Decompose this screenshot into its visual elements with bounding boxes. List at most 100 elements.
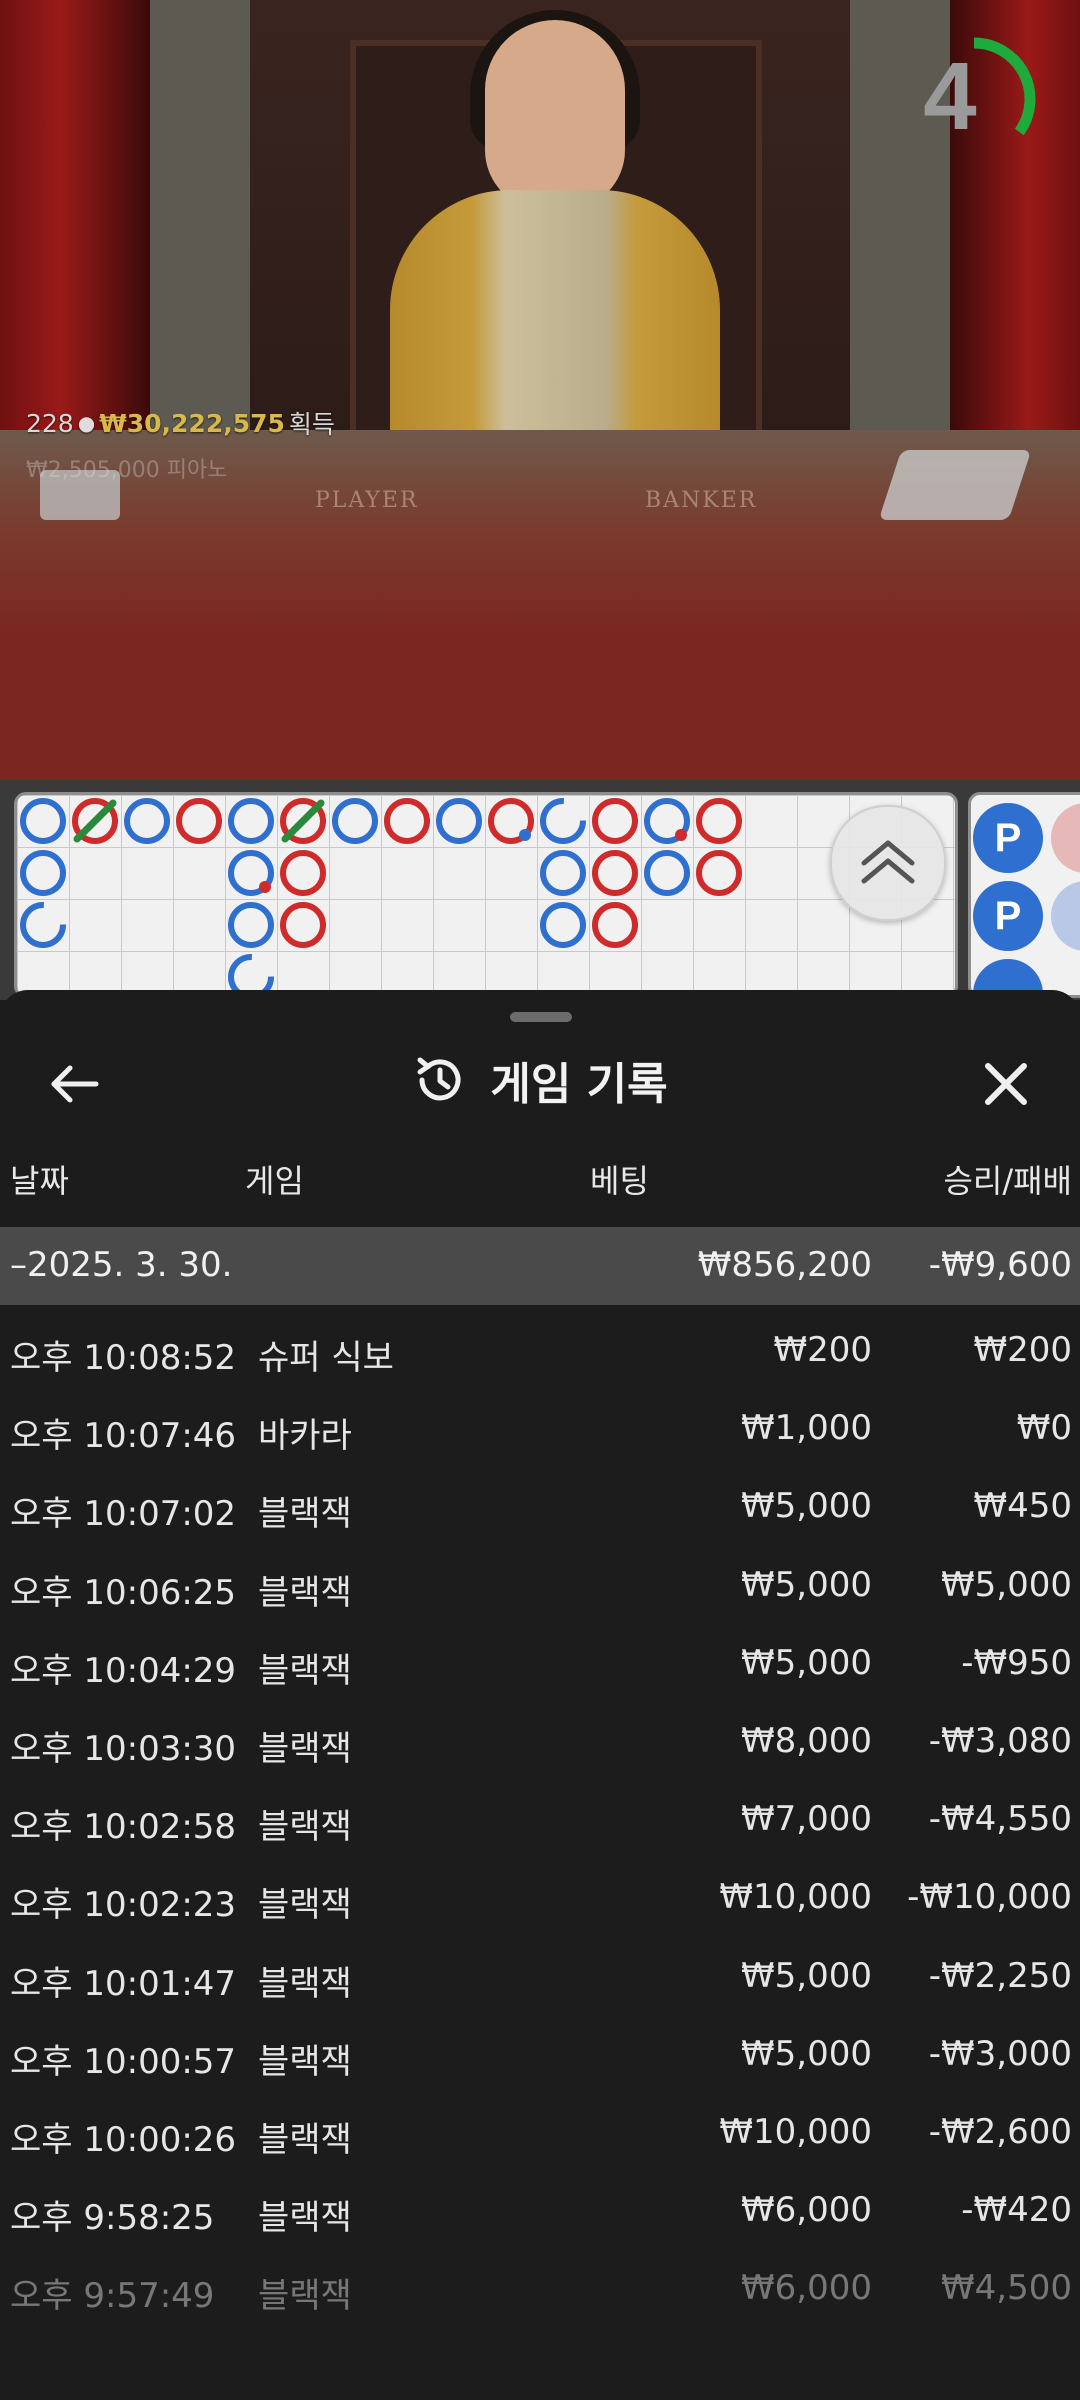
player-bead [20, 902, 66, 948]
history-row[interactable]: 오후 10:00:57 블랙잭 ₩5,000 -₩3,000 [0, 2014, 1080, 2092]
row-time: 오후 10:07:02 [10, 1494, 237, 1535]
row-game: 블랙잭 [258, 1807, 352, 1848]
player-bead [436, 798, 482, 844]
bead-road-grid[interactable] [14, 792, 958, 998]
banker-bead [592, 798, 638, 844]
card-shoe-right [878, 450, 1032, 520]
arrow-left-icon [51, 1065, 99, 1103]
player-bead [228, 902, 274, 948]
row-result: ₩4,500 [941, 2268, 1072, 2309]
history-row[interactable]: 오후 10:08:52 슈퍼 식보 ₩200 ₩200 [0, 1310, 1080, 1388]
row-result: ₩450 [973, 1486, 1072, 1527]
row-time: 오후 10:07:46 [10, 1416, 237, 1457]
date-group-row[interactable]: –2025. 3. 30. ₩856,200 -₩9,600 [0, 1227, 1080, 1305]
close-icon [985, 1063, 1027, 1105]
banker-bead [696, 798, 742, 844]
row-result: -₩4,550 [928, 1799, 1072, 1840]
player-badge: P [973, 881, 1043, 951]
row-game: 바카라 [258, 1416, 352, 1457]
row-bet: ₩6,000 [741, 2268, 872, 2309]
pair-dot [675, 829, 687, 841]
person-icon: ● [77, 411, 96, 435]
player-bead [644, 850, 690, 896]
history-row[interactable]: 오후 10:02:58 블랙잭 ₩7,000 -₩4,550 [0, 1779, 1080, 1857]
row-result: -₩3,000 [928, 2033, 1072, 2074]
history-row[interactable]: 오후 10:07:02 블랙잭 ₩5,000 ₩450 [0, 1466, 1080, 1544]
sheet-title: 게임 기록 [0, 1030, 1080, 1130]
row-game: 블랙잭 [258, 1494, 352, 1535]
date-group-total-bet: ₩856,200 [697, 1245, 872, 1285]
row-time: 오후 10:02:58 [10, 1807, 237, 1848]
history-row[interactable]: 오후 9:57:49 블랙잭 ₩6,000 ₩4,500 [0, 2248, 1080, 2326]
history-row[interactable]: 오후 10:02:23 블랙잭 ₩10,000 -₩10,000 [0, 1857, 1080, 1935]
player-bead [540, 850, 586, 896]
row-bet: ₩8,000 [741, 1720, 872, 1761]
pair-dot [259, 881, 271, 893]
col-result: 승리/패배 [943, 1162, 1072, 1200]
expand-up-button[interactable] [830, 805, 946, 921]
history-row[interactable]: 오후 10:04:29 블랙잭 ₩5,000 -₩950 [0, 1623, 1080, 1701]
row-game: 블랙잭 [258, 1728, 352, 1769]
double-chevron-up-icon [861, 840, 915, 884]
row-game: 블랙잭 [258, 1963, 352, 2004]
row-time: 오후 10:06:25 [10, 1572, 237, 1613]
history-clock-icon [417, 1057, 461, 1101]
date-group-total-result: -₩9,600 [928, 1245, 1072, 1285]
countdown-number: 4 [923, 43, 977, 150]
row-result: ₩5,000 [941, 1564, 1072, 1605]
row-result: -₩2,600 [928, 2111, 1072, 2152]
banker-bead [384, 798, 430, 844]
history-row[interactable]: 오후 9:58:25 블랙잭 ₩6,000 -₩420 [0, 2170, 1080, 2248]
row-time: 오후 10:01:47 [10, 1963, 237, 2004]
row-bet: ₩5,000 [741, 2033, 872, 2074]
side-road-panel[interactable]: P P [968, 792, 1080, 998]
player-bead [20, 798, 66, 844]
faded-ticker-text: ₩2,505,000 피아노 [26, 458, 228, 483]
player-bead [20, 850, 66, 896]
row-game: 블랙잭 [258, 1572, 352, 1613]
sheet-header: 게임 기록 [0, 1030, 1080, 1130]
history-row[interactable]: 오후 10:00:26 블랙잭 ₩10,000 -₩2,600 [0, 2092, 1080, 2170]
row-bet: ₩7,000 [741, 1799, 872, 1840]
player-bead [124, 798, 170, 844]
game-history-sheet: 게임 기록 날짜 게임 베팅 승리/패배 –2025. 3. 30. ₩856,… [0, 990, 1080, 2400]
column-headers: 날짜 게임 베팅 승리/패배 [0, 1150, 1080, 1206]
back-button[interactable] [44, 1054, 104, 1114]
live-video-stream[interactable]: PLAYER BANKER 228 ● ₩30,222,575 획득 ₩2,50… [0, 0, 1080, 780]
row-result: -₩2,250 [928, 1955, 1072, 1996]
row-bet: ₩10,000 [719, 2111, 872, 2152]
total-winnings: ₩30,222,575 [99, 408, 285, 438]
row-result: -₩950 [961, 1642, 1072, 1683]
date-group-label: –2025. 3. 30. [10, 1245, 233, 1285]
history-row[interactable]: 오후 10:06:25 블랙잭 ₩5,000 ₩5,000 [0, 1545, 1080, 1623]
row-bet: ₩5,000 [741, 1486, 872, 1527]
players-winnings-info: 228 ● ₩30,222,575 획득 [26, 405, 335, 441]
sheet-drag-handle[interactable] [510, 1012, 572, 1022]
winnings-suffix: 획득 [288, 410, 335, 439]
row-time: 오후 10:03:30 [10, 1728, 237, 1769]
player-badge: P [973, 803, 1043, 873]
row-result: -₩10,000 [907, 1877, 1072, 1918]
road-markers [20, 798, 742, 995]
row-bet: ₩10,000 [719, 1877, 872, 1918]
table-label-banker: BANKER [645, 488, 758, 513]
banker-bead [280, 902, 326, 948]
side-badge [1051, 881, 1080, 951]
row-game: 블랙잭 [258, 1650, 352, 1691]
history-row[interactable]: 오후 10:07:46 바카라 ₩1,000 ₩0 [0, 1388, 1080, 1466]
row-time: 오후 9:57:49 [10, 2276, 215, 2317]
close-button[interactable] [976, 1054, 1036, 1114]
history-row[interactable]: 오후 10:01:47 블랙잭 ₩5,000 -₩2,250 [0, 1936, 1080, 2014]
player-bead [228, 798, 274, 844]
row-game: 블랙잭 [258, 2041, 352, 2082]
history-list: 오후 10:08:52 슈퍼 식보 ₩200 ₩200 오후 10:07:46 바카라 ₩… [0, 1310, 1080, 2326]
sheet-title-text: 게임 기록 [490, 1059, 668, 1110]
row-result: ₩0 [1016, 1408, 1072, 1449]
row-bet: ₩6,000 [741, 2190, 872, 2231]
table-label-player: PLAYER [315, 488, 419, 513]
row-bet: ₩1,000 [741, 1408, 872, 1449]
history-row[interactable]: 오후 10:03:30 블랙잭 ₩8,000 -₩3,080 [0, 1701, 1080, 1779]
row-game: 블랙잭 [258, 2276, 352, 2317]
player-count: 228 [26, 408, 74, 438]
row-game: 블랙잭 [258, 2198, 352, 2239]
